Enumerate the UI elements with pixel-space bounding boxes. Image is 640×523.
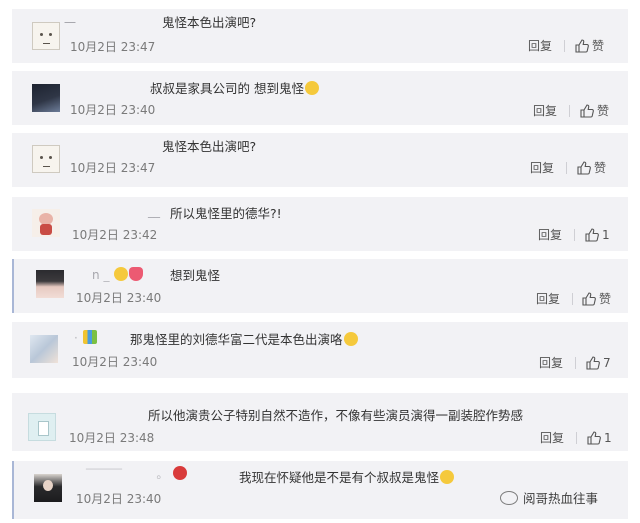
reply-button[interactable]: 回复 [538,228,562,242]
like-button[interactable]: 1 [587,431,612,445]
username[interactable]: n _ [92,267,144,282]
thumbs-up-icon [587,431,601,445]
divider [569,105,570,117]
heart-icon [129,267,144,281]
thumbs-up-icon [586,356,600,370]
comment-time: 10月2日 23:40 [70,103,156,117]
like-label: 7 [603,356,611,370]
username-text: n [92,268,100,282]
comment-text: 那鬼怪里的刘德华富二代是本色出演咯 [130,332,358,348]
thumbs-up-icon [580,104,594,118]
watermark: 阅哥热血往事 [500,488,598,507]
avatar[interactable] [28,413,56,441]
username[interactable]: __ [148,204,160,218]
comment-card: ‾‾‾‾‾‾ 。 我现在怀疑他是不是有个叔叔是鬼怪 10月2日 23:40 阅哥… [12,461,628,519]
comment-text-content: 叔叔是家具公司的 想到鬼怪 [150,81,304,96]
thumbs-up-icon [582,292,596,306]
like-label: 赞 [599,292,612,306]
laugh-emoji-icon [304,81,319,95]
reply-button[interactable]: 回复 [539,356,563,370]
reply-button[interactable]: 回复 [530,161,554,175]
username[interactable]: 一 [64,16,76,30]
like-button[interactable]: 赞 [582,292,611,306]
divider [564,40,565,52]
comment-text: 鬼怪本色出演吧? [162,15,257,30]
divider [575,357,576,369]
like-label: 1 [604,431,612,445]
divider [572,293,573,305]
comment-text: 鬼怪本色出演吧? [162,139,257,154]
like-button[interactable]: 1 [585,228,610,242]
avatar[interactable] [36,270,64,298]
comment-time: 10月2日 23:42 [72,228,158,242]
like-label: 赞 [592,39,605,53]
comment-text: 想到鬼怪 [170,268,221,283]
comment-time: 10月2日 23:40 [76,291,162,305]
comment-card: 叔叔是家具公司的 想到鬼怪 10月2日 23:40 回复 赞 [12,71,628,125]
avatar[interactable] [34,474,62,502]
reply-button[interactable]: 回复 [536,292,560,306]
comment-card: 鬼怪本色出演吧? 10月2日 23:47 回复 赞 [12,133,628,187]
comment-text: 所以他演贵公子特别自然不造作，不像有些演员演得一副装腔作势感 [148,408,524,423]
comment-time: 10月2日 23:48 [69,431,155,445]
avatar[interactable] [32,209,60,237]
avatar[interactable] [32,145,60,173]
like-button[interactable]: 赞 [577,161,606,175]
wink-emoji-icon [440,470,455,484]
comment-card: n _ 想到鬼怪 10月2日 23:40 回复 赞 [12,259,628,313]
divider [576,432,577,444]
reply-button[interactable]: 回复 [533,104,557,118]
comment-card: 一 鬼怪本色出演吧? 10月2日 23:47 回复 赞 [12,9,628,63]
like-button[interactable]: 赞 [580,104,609,118]
car-emoji-icon [173,466,188,480]
username[interactable]: ‾‾‾‾‾‾ 。 [86,466,188,481]
emoji-icon [114,267,129,281]
comment-card: 所以他演贵公子特别自然不造作，不像有些演员演得一副装腔作势感 10月2日 23:… [12,393,628,451]
comment-text-content: 那鬼怪里的刘德华富二代是本色出演咯 [130,332,343,347]
comment-text-content: 我现在怀疑他是不是有个叔叔是鬼怪 [239,470,440,485]
thumbs-up-icon [585,228,599,242]
comment-time: 10月2日 23:40 [76,492,162,506]
like-label: 赞 [594,161,607,175]
laugh-emoji-icon [343,332,358,346]
emoji-icon [82,330,97,344]
like-label: 赞 [597,104,610,118]
thumbs-up-icon [575,39,589,53]
comment-card: __ 所以鬼怪里的德华?! 10月2日 23:42 回复 1 [12,197,628,251]
reply-button[interactable]: 回复 [540,431,564,445]
comment-time: 10月2日 23:47 [70,40,156,54]
like-button[interactable]: 赞 [575,39,604,53]
comment-time: 10月2日 23:40 [72,355,158,369]
divider [574,229,575,241]
comment-text: 所以鬼怪里的德华?! [170,206,282,221]
comment-text: 我现在怀疑他是不是有个叔叔是鬼怪 [239,470,455,486]
avatar[interactable] [30,335,58,363]
avatar[interactable] [32,84,60,112]
username[interactable]: · [74,330,97,345]
reply-button[interactable]: 回复 [528,39,552,53]
comment-card: · 那鬼怪里的刘德华富二代是本色出演咯 10月2日 23:40 回复 7 [12,322,628,378]
comment-time: 10月2日 23:47 [70,161,156,175]
divider [566,162,567,174]
avatar[interactable] [32,22,60,50]
wechat-icon [500,491,518,505]
comment-text: 叔叔是家具公司的 想到鬼怪 [150,81,319,97]
like-button[interactable]: 7 [586,356,611,370]
like-label: 1 [602,228,610,242]
watermark-text: 阅哥热血往事 [523,491,599,506]
thumbs-up-icon [577,161,591,175]
